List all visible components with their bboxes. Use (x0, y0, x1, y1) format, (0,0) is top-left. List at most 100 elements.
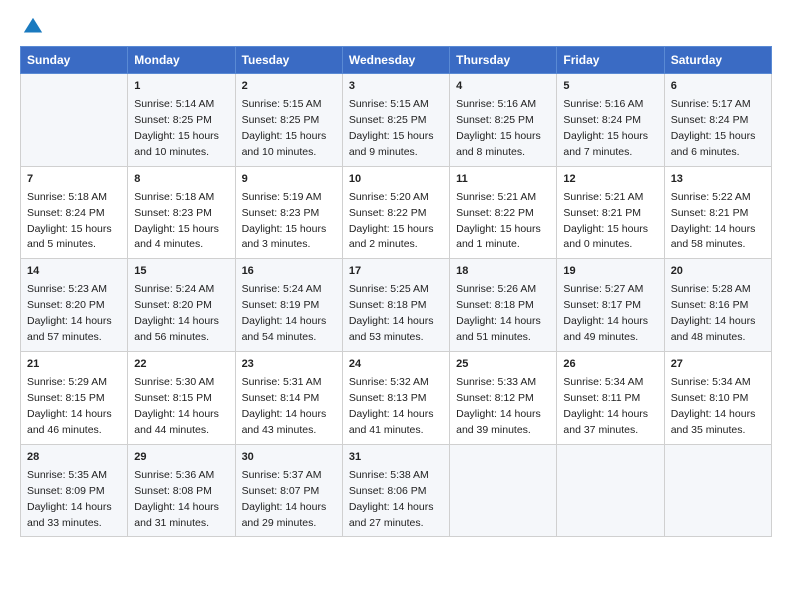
header-day-wednesday: Wednesday (342, 47, 449, 74)
calendar-cell: 26 Sunrise: 5:34 AMSunset: 8:11 PMDayligh… (557, 352, 664, 445)
calendar-cell: 9Sunrise: 5:19 AMSunset: 8:23 PMDaylight… (235, 166, 342, 259)
day-info: Sunrise: 5:20 AMSunset: 8:22 PMDaylight:… (349, 191, 434, 251)
day-number: 6 (671, 79, 765, 95)
calendar-week-4: 21 Sunrise: 5:29 AMSunset: 8:15 PMDayligh… (21, 352, 772, 445)
day-number: 22 (134, 357, 228, 373)
day-number: 7 (27, 172, 121, 188)
day-info: Sunrise: 5:16 AMSunset: 8:25 PMDaylight:… (456, 98, 541, 158)
day-number: 10 (349, 172, 443, 188)
logo-icon (22, 16, 44, 38)
calendar-cell: 2 Sunrise: 5:15 AMSunset: 8:25 PMDaylight… (235, 74, 342, 167)
day-number: 12 (563, 172, 657, 188)
day-number: 31 (349, 450, 443, 466)
day-info: Sunrise: 5:18 AMSunset: 8:24 PMDaylight:… (27, 191, 112, 251)
calendar-cell: 21 Sunrise: 5:29 AMSunset: 8:15 PMDayligh… (21, 352, 128, 445)
calendar-cell: 19 Sunrise: 5:27 AMSunset: 8:17 PMDayligh… (557, 259, 664, 352)
day-info: Sunrise: 5:19 AMSunset: 8:23 PMDaylight:… (242, 191, 327, 251)
calendar-cell: 13Sunrise: 5:22 AMSunset: 8:21 PMDayligh… (664, 166, 771, 259)
calendar-cell: 31 Sunrise: 5:38 AMSunset: 8:06 PMDayligh… (342, 444, 449, 537)
calendar-cell: 14 Sunrise: 5:23 AMSunset: 8:20 PMDayligh… (21, 259, 128, 352)
day-number: 18 (456, 264, 550, 280)
header-day-saturday: Saturday (664, 47, 771, 74)
day-info: Sunrise: 5:35 AMSunset: 8:09 PMDaylight:… (27, 469, 112, 529)
day-number: 29 (134, 450, 228, 466)
day-number: 27 (671, 357, 765, 373)
day-number: 8 (134, 172, 228, 188)
calendar-cell (557, 444, 664, 537)
day-info: Sunrise: 5:30 AMSunset: 8:15 PMDaylight:… (134, 376, 219, 436)
day-number: 11 (456, 172, 550, 188)
header-day-monday: Monday (128, 47, 235, 74)
day-number: 25 (456, 357, 550, 373)
day-info: Sunrise: 5:38 AMSunset: 8:06 PMDaylight:… (349, 469, 434, 529)
calendar-body: 1Sunrise: 5:14 AMSunset: 8:25 PMDaylight… (21, 74, 772, 537)
calendar-week-1: 1Sunrise: 5:14 AMSunset: 8:25 PMDaylight… (21, 74, 772, 167)
calendar-cell: 24Sunrise: 5:32 AMSunset: 8:13 PMDayligh… (342, 352, 449, 445)
calendar-cell: 4 Sunrise: 5:16 AMSunset: 8:25 PMDaylight… (450, 74, 557, 167)
calendar-cell (21, 74, 128, 167)
calendar-table: SundayMondayTuesdayWednesdayThursdayFrid… (20, 46, 772, 537)
calendar-cell: 8 Sunrise: 5:18 AMSunset: 8:23 PMDaylight… (128, 166, 235, 259)
calendar-cell: 23 Sunrise: 5:31 AMSunset: 8:14 PMDayligh… (235, 352, 342, 445)
calendar-cell: 1Sunrise: 5:14 AMSunset: 8:25 PMDaylight… (128, 74, 235, 167)
day-number: 3 (349, 79, 443, 95)
day-info: Sunrise: 5:34 AMSunset: 8:11 PMDaylight:… (563, 376, 648, 436)
day-info: Sunrise: 5:23 AMSunset: 8:20 PMDaylight:… (27, 283, 112, 343)
header-row: SundayMondayTuesdayWednesdayThursdayFrid… (21, 47, 772, 74)
calendar-cell: 15 Sunrise: 5:24 AMSunset: 8:20 PMDayligh… (128, 259, 235, 352)
calendar-cell: 28Sunrise: 5:35 AMSunset: 8:09 PMDayligh… (21, 444, 128, 537)
day-number: 15 (134, 264, 228, 280)
day-info: Sunrise: 5:18 AMSunset: 8:23 PMDaylight:… (134, 191, 219, 251)
day-number: 26 (563, 357, 657, 373)
day-number: 4 (456, 79, 550, 95)
calendar-week-3: 14 Sunrise: 5:23 AMSunset: 8:20 PMDayligh… (21, 259, 772, 352)
day-number: 30 (242, 450, 336, 466)
day-info: Sunrise: 5:21 AMSunset: 8:21 PMDaylight:… (563, 191, 648, 251)
day-number: 19 (563, 264, 657, 280)
calendar-cell: 6 Sunrise: 5:17 AMSunset: 8:24 PMDaylight… (664, 74, 771, 167)
day-number: 17 (349, 264, 443, 280)
day-info: Sunrise: 5:21 AMSunset: 8:22 PMDaylight:… (456, 191, 541, 251)
day-info: Sunrise: 5:32 AMSunset: 8:13 PMDaylight:… (349, 376, 434, 436)
day-info: Sunrise: 5:34 AMSunset: 8:10 PMDaylight:… (671, 376, 756, 436)
day-info: Sunrise: 5:31 AMSunset: 8:14 PMDaylight:… (242, 376, 327, 436)
day-number: 23 (242, 357, 336, 373)
day-number: 5 (563, 79, 657, 95)
calendar-cell: 5 Sunrise: 5:16 AMSunset: 8:24 PMDaylight… (557, 74, 664, 167)
calendar-cell: 30 Sunrise: 5:37 AMSunset: 8:07 PMDayligh… (235, 444, 342, 537)
day-info: Sunrise: 5:17 AMSunset: 8:24 PMDaylight:… (671, 98, 756, 158)
day-info: Sunrise: 5:27 AMSunset: 8:17 PMDaylight:… (563, 283, 648, 343)
calendar-cell: 11 Sunrise: 5:21 AMSunset: 8:22 PMDayligh… (450, 166, 557, 259)
calendar-week-5: 28Sunrise: 5:35 AMSunset: 8:09 PMDayligh… (21, 444, 772, 537)
day-info: Sunrise: 5:15 AMSunset: 8:25 PMDaylight:… (242, 98, 327, 158)
day-info: Sunrise: 5:24 AMSunset: 8:20 PMDaylight:… (134, 283, 219, 343)
day-info: Sunrise: 5:16 AMSunset: 8:24 PMDaylight:… (563, 98, 648, 158)
day-info: Sunrise: 5:14 AMSunset: 8:25 PMDaylight:… (134, 98, 219, 158)
calendar-cell: 20 Sunrise: 5:28 AMSunset: 8:16 PMDayligh… (664, 259, 771, 352)
day-number: 21 (27, 357, 121, 373)
day-number: 14 (27, 264, 121, 280)
calendar-cell (664, 444, 771, 537)
calendar-cell: 16Sunrise: 5:24 AMSunset: 8:19 PMDayligh… (235, 259, 342, 352)
day-info: Sunrise: 5:25 AMSunset: 8:18 PMDaylight:… (349, 283, 434, 343)
day-info: Sunrise: 5:26 AMSunset: 8:18 PMDaylight:… (456, 283, 541, 343)
day-info: Sunrise: 5:15 AMSunset: 8:25 PMDaylight:… (349, 98, 434, 158)
header-day-tuesday: Tuesday (235, 47, 342, 74)
day-number: 2 (242, 79, 336, 95)
calendar-cell: 22 Sunrise: 5:30 AMSunset: 8:15 PMDayligh… (128, 352, 235, 445)
calendar-cell: 27 Sunrise: 5:34 AMSunset: 8:10 PMDayligh… (664, 352, 771, 445)
header-day-friday: Friday (557, 47, 664, 74)
calendar-cell: 7 Sunrise: 5:18 AMSunset: 8:24 PMDaylight… (21, 166, 128, 259)
calendar-cell: 29Sunrise: 5:36 AMSunset: 8:08 PMDayligh… (128, 444, 235, 537)
calendar-cell: 10 Sunrise: 5:20 AMSunset: 8:22 PMDayligh… (342, 166, 449, 259)
calendar-cell: 25 Sunrise: 5:33 AMSunset: 8:12 PMDayligh… (450, 352, 557, 445)
day-number: 20 (671, 264, 765, 280)
header-day-thursday: Thursday (450, 47, 557, 74)
page-header (20, 16, 772, 38)
day-info: Sunrise: 5:28 AMSunset: 8:16 PMDaylight:… (671, 283, 756, 343)
day-info: Sunrise: 5:33 AMSunset: 8:12 PMDaylight:… (456, 376, 541, 436)
day-number: 16 (242, 264, 336, 280)
calendar-cell: 3 Sunrise: 5:15 AMSunset: 8:25 PMDaylight… (342, 74, 449, 167)
day-info: Sunrise: 5:29 AMSunset: 8:15 PMDaylight:… (27, 376, 112, 436)
day-info: Sunrise: 5:37 AMSunset: 8:07 PMDaylight:… (242, 469, 327, 529)
